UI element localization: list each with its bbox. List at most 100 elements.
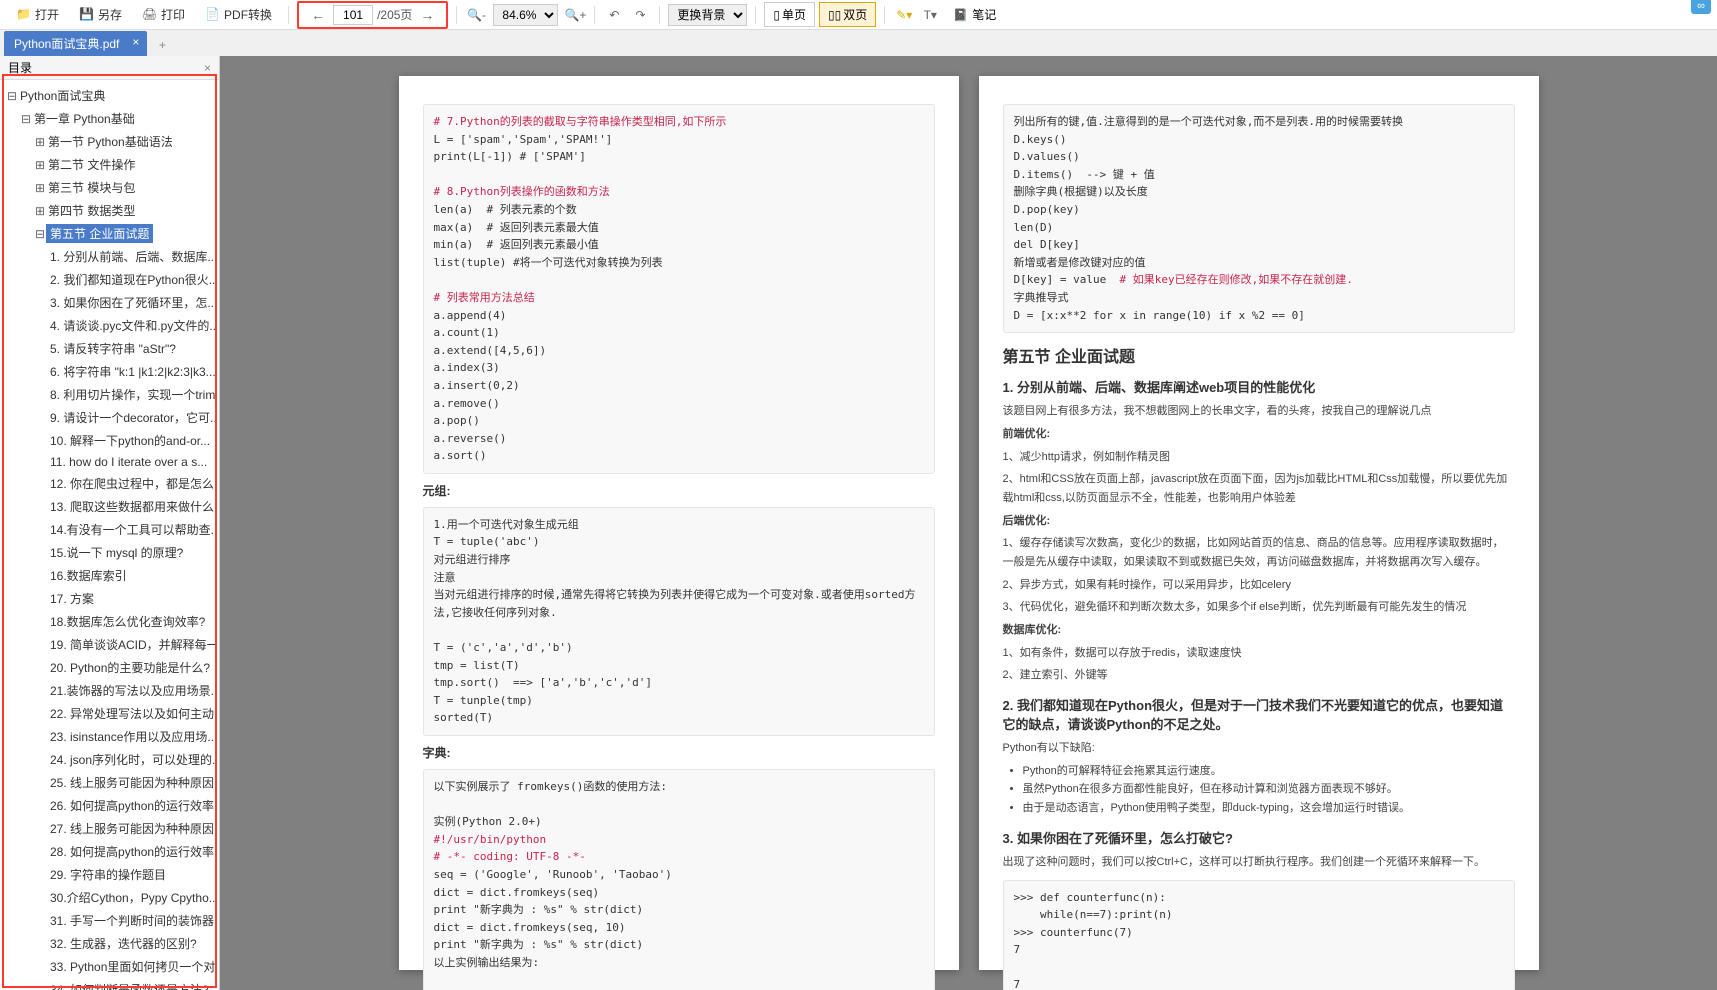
tree-section-selected[interactable]: ⊟第五节 企业面试题: [2, 222, 217, 245]
tree-leaf[interactable]: 27. 线上服务可能因为种种原因...: [2, 817, 217, 840]
tree-leaf[interactable]: 1. 分别从前端、后端、数据库...: [2, 245, 217, 268]
paragraph: Python有以下缺陷:: [1003, 739, 1515, 758]
tree-leaf[interactable]: 30.介绍Cython，Pypy Cpytho...: [2, 886, 217, 909]
code-block: # 7.Python的列表的截取与字符串操作类型相同,如下所示 L = ['sp…: [423, 104, 935, 474]
tree-section[interactable]: ⊞第四节 数据类型: [2, 199, 217, 222]
document-viewport[interactable]: # 7.Python的列表的截取与字符串操作类型相同,如下所示 L = ['sp…: [220, 56, 1717, 990]
tree-leaf[interactable]: 8. 利用切片操作，实现一个trim...: [2, 383, 217, 406]
sidebar-title: 目录: [8, 59, 32, 76]
tree-leaf[interactable]: 25. 线上服务可能因为种种原因...: [2, 771, 217, 794]
pdf-icon: 📄: [205, 7, 221, 23]
tree-section[interactable]: ⊞第三节 模块与包: [2, 176, 217, 199]
tab-add-button[interactable]: +: [151, 34, 173, 56]
question-heading: 3. 如果你困在了死循环里，怎么打破它?: [1003, 828, 1515, 847]
prev-page-button[interactable]: ←: [307, 7, 329, 23]
tree-leaf[interactable]: 6. 将字符串 "k:1 |k1:2|k2:3|k3...: [2, 360, 217, 383]
save-button[interactable]: 💾另存: [71, 3, 130, 26]
cloud-sync-icon[interactable]: ∞: [1691, 0, 1711, 12]
paragraph: 1、缓存存储读写次数高，变化少的数据，比如网站首页的信息、商品的信息等。应用程序…: [1003, 534, 1515, 571]
tree-leaf[interactable]: 20. Python的主要功能是什么?: [2, 656, 217, 679]
print-button[interactable]: 🖨打印: [134, 3, 193, 26]
zoom-in-button[interactable]: 🔍+: [564, 4, 586, 26]
tree-leaf[interactable]: 33. Python里面如何拷贝一个对...: [2, 955, 217, 978]
tree-leaf[interactable]: 16.数据库索引: [2, 564, 217, 587]
tree-leaf[interactable]: 18.数据库怎么优化查询效率?: [2, 610, 217, 633]
question-heading: 2. 我们都知道现在Python很火，但是对于一门技术我们不光要知道它的优点，也…: [1003, 695, 1515, 733]
paragraph: 2、异步方式，如果有耗时操作，可以采用异步，比如celery: [1003, 576, 1515, 595]
paragraph: 1、减少http请求，例如制作精灵图: [1003, 448, 1515, 467]
paragraph: 该题目网上有很多方法，我不想截图网上的长串文字，看的头疼，按我自己的理解说几点: [1003, 402, 1515, 421]
tree-leaf[interactable]: 28. 如何提高python的运行效率...: [2, 840, 217, 863]
tree-leaf[interactable]: 5. 请反转字符串 "aStr"?: [2, 337, 217, 360]
rotate-right-button[interactable]: ↷: [629, 4, 651, 26]
code-block: 1.用一个可迭代对象生成元组 T = tuple('abc') 对元组进行排序 …: [423, 507, 935, 736]
tree-root[interactable]: ⊟Python面试宝典: [2, 84, 217, 107]
tree-leaf[interactable]: 14.有没有一个工具可以帮助查...: [2, 518, 217, 541]
tab-label: Python面试宝典.pdf: [14, 37, 119, 51]
section-label: 字典:: [423, 744, 935, 761]
page-right: 列出所有的键,值.注意得到的是一个可迭代对象,而不是列表.用的时候需要转换 D.…: [979, 76, 1539, 970]
sub-heading: 数据库优化:: [1003, 621, 1515, 640]
background-select[interactable]: 更换背景: [668, 4, 747, 26]
main-toolbar: 📁打开 💾另存 🖨打印 📄PDF转换 ← /205页 → 🔍- 84.6% 🔍+…: [0, 0, 1717, 30]
tab-close-button[interactable]: ×: [132, 35, 139, 49]
tree-leaf[interactable]: 32. 生成器，迭代器的区别?: [2, 932, 217, 955]
document-tab[interactable]: Python面试宝典.pdf ×: [4, 31, 147, 56]
tree-leaf[interactable]: 17. 方案: [2, 587, 217, 610]
tree-chapter[interactable]: ⊟第一章 Python基础: [2, 107, 217, 130]
bullet-list: Python的可解释特征会拖累其运行速度。 虽然Python在很多方面都性能良好…: [1023, 762, 1515, 818]
tree-leaf[interactable]: 9. 请设计一个decorator，它可...: [2, 406, 217, 429]
page-input[interactable]: [333, 5, 373, 25]
tree-leaf[interactable]: 19. 简单谈谈ACID，并解释每一...: [2, 633, 217, 656]
double-page-icon: ▯▯: [828, 8, 841, 22]
single-page-icon: ▯: [773, 8, 780, 22]
section-heading: 第五节 企业面试题: [1003, 343, 1515, 367]
tree-leaf[interactable]: 3. 如果你困在了死循环里，怎...: [2, 291, 217, 314]
tree-leaf[interactable]: 4. 请谈谈.pyc文件和.py文件的...: [2, 314, 217, 337]
tree-leaf[interactable]: 11. how do I iterate over a s...: [2, 452, 217, 472]
tree-leaf[interactable]: 24. json序列化时，可以处理的...: [2, 748, 217, 771]
folder-icon: 📁: [16, 7, 32, 23]
tree-section[interactable]: ⊞第一节 Python基础语法: [2, 130, 217, 153]
zoom-select[interactable]: 84.6%: [493, 4, 558, 26]
tree-leaf[interactable]: 31. 手写一个判断时间的装饰器...: [2, 909, 217, 932]
tree-leaf[interactable]: 10. 解释一下python的and-or...: [2, 429, 217, 452]
save-icon: 💾: [79, 7, 95, 23]
double-page-button[interactable]: ▯▯双页: [819, 2, 876, 27]
tree-leaf[interactable]: 22. 异常处理写法以及如何主动...: [2, 702, 217, 725]
next-page-button[interactable]: →: [416, 7, 438, 23]
highlight-button[interactable]: ✎▾: [893, 4, 915, 26]
zoom-out-button[interactable]: 🔍-: [465, 4, 487, 26]
rotate-left-button[interactable]: ↶: [603, 4, 625, 26]
tree-leaf[interactable]: 12. 你在爬虫过程中，都是怎么...: [2, 472, 217, 495]
outline-sidebar: 目录 × ⊟Python面试宝典 ⊟第一章 Python基础 ⊞第一节 Pyth…: [0, 56, 220, 990]
outline-tree[interactable]: ⊟Python面试宝典 ⊟第一章 Python基础 ⊞第一节 Python基础语…: [0, 80, 219, 990]
tree-leaf[interactable]: 15.说一下 mysql 的原理?: [2, 541, 217, 564]
code-block: 以下实例展示了 fromkeys()函数的使用方法: 实例(Python 2.0…: [423, 769, 935, 990]
sub-heading: 后端优化:: [1003, 512, 1515, 531]
page-navigation: ← /205页 →: [297, 1, 448, 29]
paragraph: 2、建立索引、外键等: [1003, 666, 1515, 685]
tree-leaf[interactable]: 26. 如何提高python的运行效率...: [2, 794, 217, 817]
sub-heading: 前端优化:: [1003, 425, 1515, 444]
single-page-button[interactable]: ▯单页: [764, 2, 815, 27]
section-label: 元组:: [423, 482, 935, 499]
text-tool-button[interactable]: T▾: [919, 4, 941, 26]
tab-bar: Python面试宝典.pdf × +: [0, 30, 1717, 56]
tree-leaf[interactable]: 34. 如何判断是函数还是方法?: [2, 978, 217, 990]
code-block: >>> def counterfunc(n): while(n==7):prin…: [1003, 880, 1515, 990]
page-total: /205页: [377, 6, 412, 23]
tree-leaf[interactable]: 23. isinstance作用以及应用场...: [2, 725, 217, 748]
paragraph: 出现了这种问题时，我们可以按Ctrl+C，这样可以打断执行程序。我们创建一个死循…: [1003, 853, 1515, 872]
tree-leaf[interactable]: 2. 我们都知道现在Python很火...: [2, 268, 217, 291]
pdf-convert-button[interactable]: 📄PDF转换: [197, 3, 280, 26]
sidebar-header: 目录 ×: [0, 56, 219, 80]
question-heading: 1. 分别从前端、后端、数据库阐述web项目的性能优化: [1003, 377, 1515, 396]
tree-section[interactable]: ⊞第二节 文件操作: [2, 153, 217, 176]
note-button[interactable]: 📓笔记: [945, 3, 1004, 26]
open-button[interactable]: 📁打开: [8, 3, 67, 26]
tree-leaf[interactable]: 13. 爬取这些数据都用来做什么...: [2, 495, 217, 518]
sidebar-close-button[interactable]: ×: [204, 61, 211, 75]
tree-leaf[interactable]: 21.装饰器的写法以及应用场景...: [2, 679, 217, 702]
tree-leaf[interactable]: 29. 字符串的操作题目: [2, 863, 217, 886]
